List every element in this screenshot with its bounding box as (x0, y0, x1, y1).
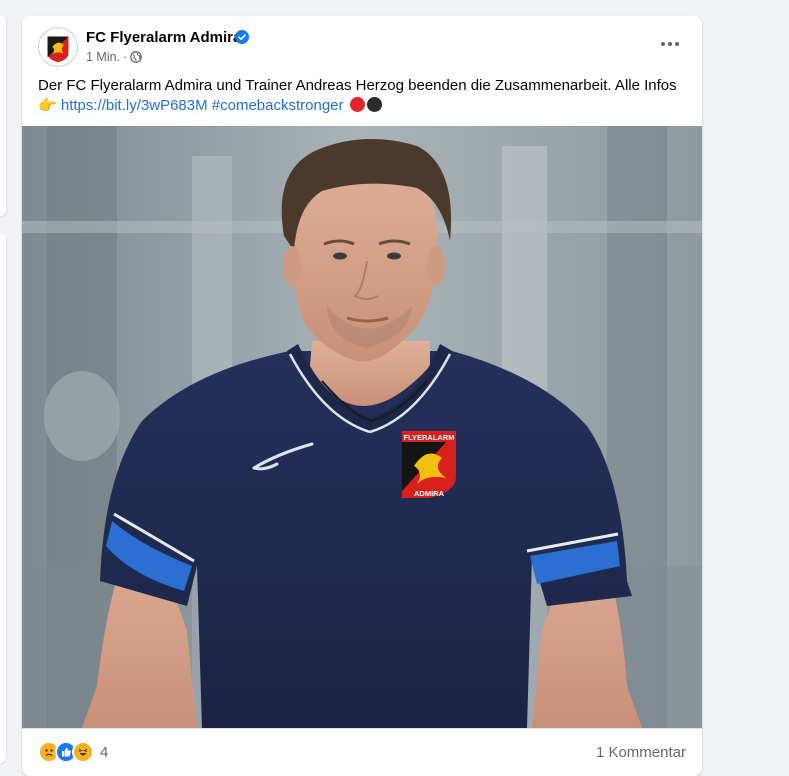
post-message: Der FC Flyeralarm Admira und Trainer And… (38, 77, 677, 94)
coach-photo: FLYERALARM ADMIRA (22, 126, 702, 728)
post-photo[interactable]: FLYERALARM ADMIRA (22, 126, 702, 728)
reaction-count: 4 (100, 743, 109, 761)
crest-text-top: FLYERALARM (404, 433, 455, 442)
post-header: FC Flyeralarm Admira 1 Min. · (22, 16, 702, 68)
hashtag-link[interactable]: #comebackstronger (212, 97, 344, 114)
haha-icon (72, 741, 94, 763)
post-footer: 4 1 Kommentar (22, 728, 702, 776)
page-name[interactable]: FC Flyeralarm Admira (86, 29, 241, 46)
post-card: FC Flyeralarm Admira 1 Min. · Der FC Fly… (22, 16, 702, 776)
club-crest-badge: FLYERALARM ADMIRA (402, 431, 456, 498)
globe-icon[interactable] (130, 51, 143, 63)
more-options-button[interactable] (656, 34, 684, 54)
left-column-card (0, 16, 6, 216)
post-link[interactable]: https://bit.ly/3wP683M (61, 97, 208, 114)
black-circle-emoji (366, 97, 382, 112)
red-circle-emoji (349, 97, 365, 112)
left-column-card (0, 234, 6, 763)
comment-count-link[interactable]: 1 Kommentar (596, 744, 686, 761)
pointing-hand-emoji: 👉 (38, 97, 57, 114)
admira-crest-icon (39, 28, 77, 66)
reactions-summary[interactable]: 4 (38, 741, 108, 763)
post-text: Der FC Flyeralarm Admira und Trainer And… (38, 76, 688, 116)
post-time[interactable]: 1 Min. (86, 50, 120, 64)
crest-text-bottom: ADMIRA (414, 489, 445, 498)
page-avatar[interactable] (38, 27, 78, 67)
post-meta: 1 Min. · (86, 50, 143, 64)
verified-badge-icon (235, 30, 249, 44)
